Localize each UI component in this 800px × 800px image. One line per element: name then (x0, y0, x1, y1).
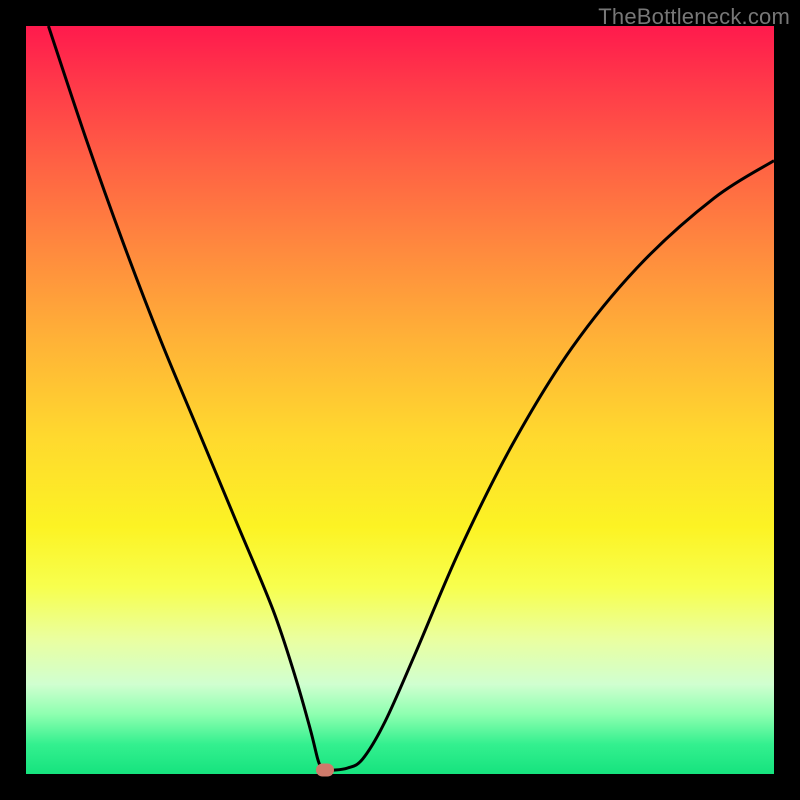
chart-frame: TheBottleneck.com (0, 0, 800, 800)
minimum-marker (316, 764, 334, 777)
chart-plot-area (26, 26, 774, 774)
watermark-text: TheBottleneck.com (598, 4, 790, 30)
bottleneck-curve (48, 26, 774, 771)
curve-svg (26, 26, 774, 774)
